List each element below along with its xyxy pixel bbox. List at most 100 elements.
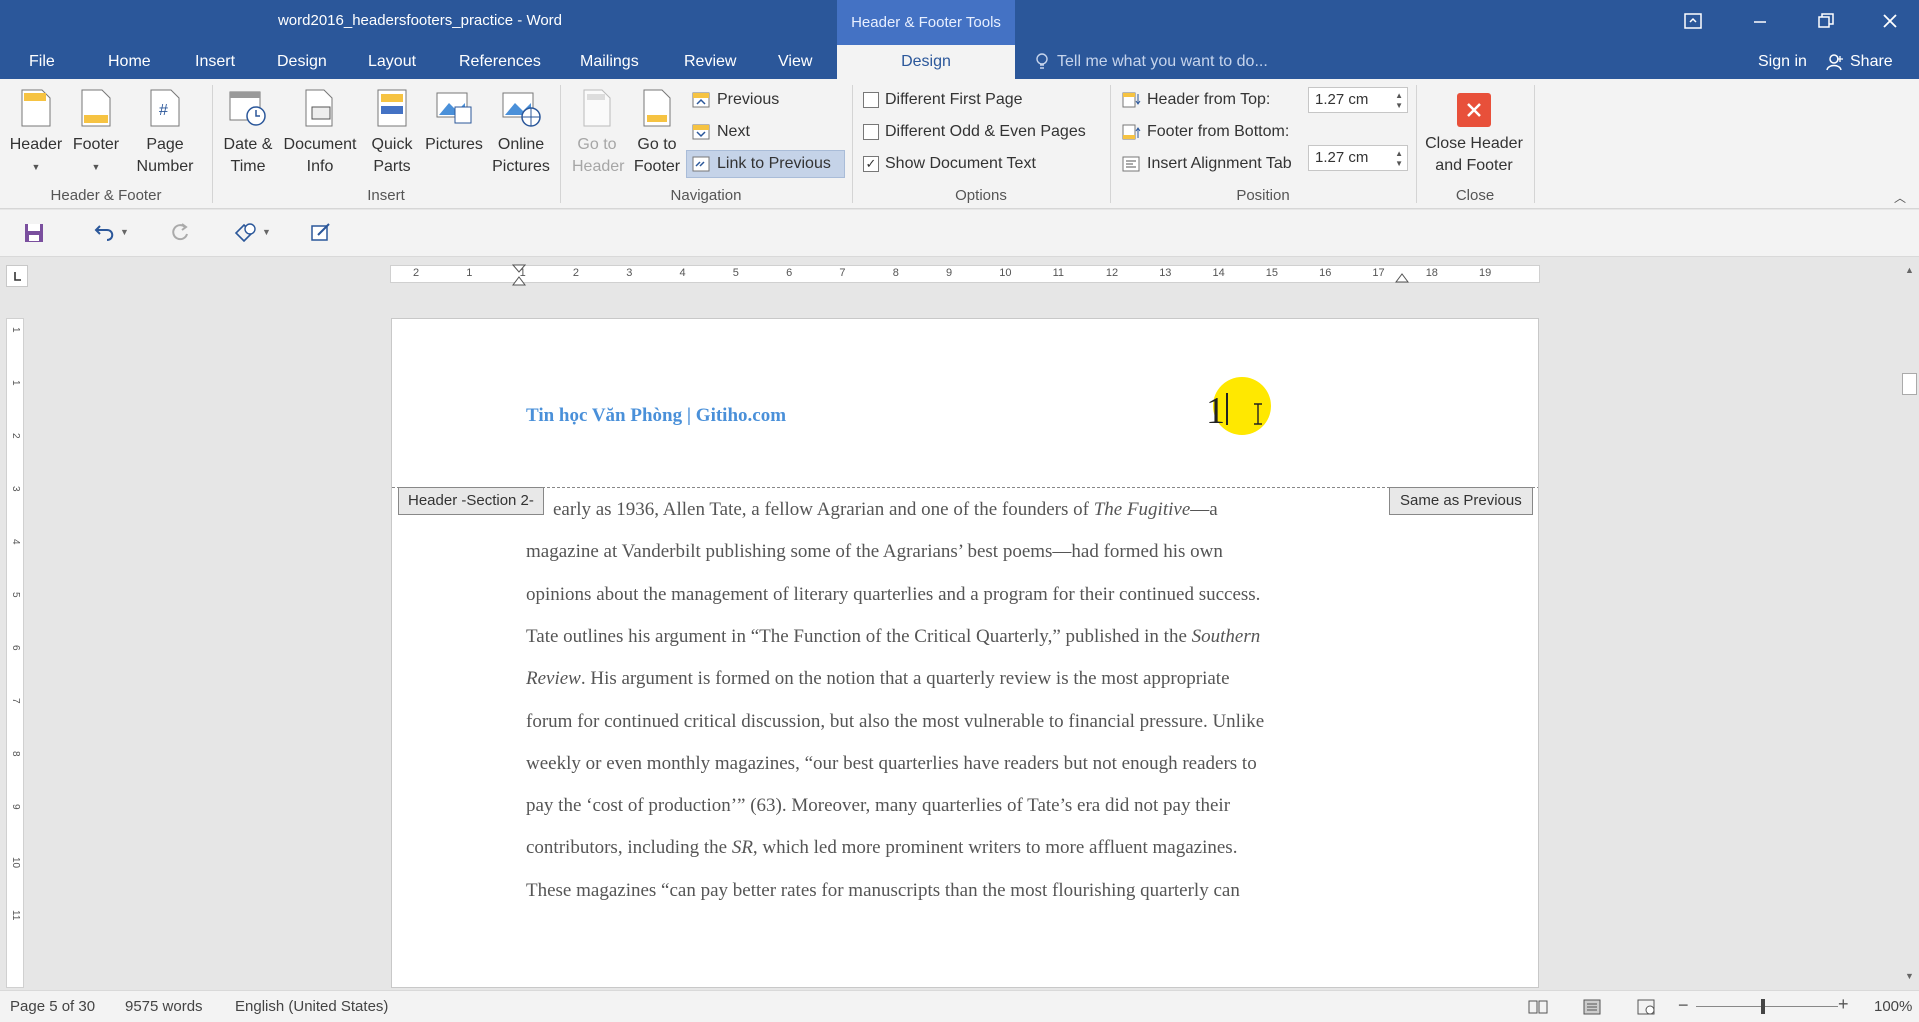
- redo-button[interactable]: [170, 222, 190, 247]
- footer-button[interactable]: Footer ▼: [68, 89, 124, 178]
- word-count[interactable]: 9575 words: [125, 998, 203, 1015]
- header-from-top-spinner[interactable]: 1.27 cm ▲ ▼: [1308, 87, 1408, 113]
- tab-references[interactable]: References: [457, 45, 543, 79]
- tab-file[interactable]: File: [27, 45, 57, 79]
- read-mode-icon[interactable]: [1528, 999, 1548, 1015]
- tab-layout[interactable]: Layout: [366, 45, 418, 79]
- print-layout-icon[interactable]: [1582, 999, 1602, 1015]
- ribbon-display-options-button[interactable]: [1660, 0, 1726, 42]
- tab-header-footer-design[interactable]: Design: [837, 45, 1015, 80]
- tab-selector[interactable]: [6, 265, 28, 287]
- document-info-button[interactable]: Document Info: [278, 89, 362, 178]
- link-to-previous-button[interactable]: Link to Previous: [686, 150, 845, 178]
- tab-insert[interactable]: Insert: [193, 45, 237, 79]
- page-number-label: Page Number: [136, 136, 194, 175]
- scrollbar-thumb[interactable]: [1902, 373, 1917, 395]
- text-run: —a: [1190, 499, 1218, 520]
- date-time-button[interactable]: Date & Time: [218, 89, 278, 178]
- horizontal-ruler[interactable]: 2 1 1 2 3 4 5 6 7 8 9 10 11 12 13 14 15 16 17 18 19: [390, 264, 1540, 286]
- different-odd-even-checkbox[interactable]: Different Odd & Even Pages: [863, 119, 1086, 145]
- ruler-number: 2: [572, 267, 580, 279]
- different-first-page-checkbox[interactable]: Different First Page: [863, 87, 1023, 113]
- collapse-ribbon-icon[interactable]: ︿: [1894, 189, 1906, 206]
- link-icon: [692, 156, 710, 172]
- previous-label: Previous: [717, 91, 780, 108]
- header-area[interactable]: Tin học Văn Phòng | Gitiho.com 1: [392, 319, 1538, 457]
- header-button[interactable]: Header ▼: [6, 89, 66, 178]
- text-run: early as 1936, Allen Tate, a fellow Agra…: [553, 499, 1094, 520]
- vertical-ruler[interactable]: 1 1 2 3 4 5 6 7 8 9 10 11: [6, 318, 24, 988]
- quick-parts-button[interactable]: Quick Parts: [362, 89, 422, 178]
- quick-parts-label: Quick Parts: [371, 136, 413, 175]
- right-indent-marker-icon[interactable]: [1395, 269, 1409, 283]
- calendar-clock-icon: [229, 91, 266, 126]
- save-button[interactable]: [24, 223, 44, 248]
- group-label-options: Options: [955, 187, 1007, 204]
- sign-in-link[interactable]: Sign in: [1756, 45, 1809, 79]
- ruler-number: 10: [10, 857, 21, 869]
- tab-review[interactable]: Review: [682, 45, 738, 79]
- group-label-insert: Insert: [367, 187, 405, 204]
- tab-mailings[interactable]: Mailings: [578, 45, 641, 79]
- document-info-icon: [305, 89, 333, 127]
- zoom-out-icon[interactable]: −: [1678, 995, 1689, 1016]
- footer-from-bottom-spinner[interactable]: 1.27 cm ▲ ▼: [1308, 145, 1408, 171]
- minimize-icon: [1754, 21, 1766, 23]
- show-document-text-checkbox[interactable]: ✓ Show Document Text: [863, 151, 1036, 177]
- share-button[interactable]: Share: [1826, 45, 1893, 79]
- web-layout-icon[interactable]: [1636, 999, 1656, 1015]
- zoom-level[interactable]: 100%: [1874, 998, 1912, 1015]
- language-indicator[interactable]: English (United States): [235, 998, 388, 1015]
- tab-design[interactable]: Design: [275, 45, 329, 79]
- zoom-slider[interactable]: [1696, 1006, 1838, 1007]
- spin-down-icon[interactable]: ▼: [1395, 101, 1403, 110]
- body-line: early as 1936, Allen Tate, a fellow Agra…: [553, 499, 1218, 521]
- minimize-button[interactable]: [1727, 0, 1793, 42]
- dropdown-arrow-icon[interactable]: ▼: [262, 227, 271, 237]
- dropdown-arrow-icon[interactable]: ▼: [120, 227, 129, 237]
- ruler-number: 11: [10, 910, 21, 921]
- document-page[interactable]: Tin học Văn Phòng | Gitiho.com 1 Header …: [391, 318, 1539, 988]
- pictures-button[interactable]: Pictures: [422, 89, 486, 156]
- dropdown-arrow-icon: ▼: [31, 162, 41, 172]
- left-tab-icon: [14, 272, 21, 281]
- tab-home[interactable]: Home: [106, 45, 153, 79]
- go-to-footer-button[interactable]: Go to Footer: [630, 89, 684, 178]
- close-window-button[interactable]: [1857, 0, 1919, 42]
- previous-button[interactable]: Previous: [691, 87, 779, 113]
- indent-marker-icon[interactable]: [512, 264, 526, 286]
- vertical-scrollbar[interactable]: ▲ ▼: [1900, 265, 1919, 989]
- next-section-icon: [692, 124, 710, 140]
- group-label-navigation: Navigation: [670, 187, 742, 204]
- go-to-header-button[interactable]: Go to Header: [565, 89, 629, 178]
- ruler-number: 16: [1319, 267, 1332, 279]
- text-run: pay the ‘cost of production’” (63). More…: [526, 795, 1231, 817]
- spin-up-icon[interactable]: ▲: [1395, 91, 1403, 100]
- ruler-number: 17: [1372, 267, 1385, 279]
- zoom-in-icon[interactable]: +: [1838, 994, 1849, 1015]
- shapes-button[interactable]: ▼: [234, 222, 271, 242]
- next-button[interactable]: Next: [691, 119, 750, 145]
- tab-view[interactable]: View: [776, 45, 814, 79]
- group-separator: [212, 85, 213, 203]
- insert-alignment-tab-button[interactable]: Insert Alignment Tab: [1121, 151, 1292, 177]
- undo-button[interactable]: ▼: [94, 222, 129, 242]
- restore-button[interactable]: [1793, 0, 1859, 42]
- online-pictures-button[interactable]: Online Pictures: [486, 89, 556, 178]
- scroll-up-icon[interactable]: ▲: [1902, 265, 1917, 283]
- header-text: Tin học Văn Phòng | Gitiho.com: [526, 405, 787, 426]
- spin-down-icon[interactable]: ▼: [1395, 159, 1403, 168]
- page-number-button[interactable]: # Page Number: [126, 89, 204, 178]
- close-header-footer-button[interactable]: Close Header and Footer: [1418, 93, 1530, 177]
- page-indicator[interactable]: Page 5 of 30: [10, 998, 95, 1015]
- spin-up-icon[interactable]: ▲: [1395, 149, 1403, 158]
- ruler-number: 1: [466, 267, 473, 279]
- zoom-slider-thumb[interactable]: [1761, 999, 1765, 1014]
- pictures-label: Pictures: [425, 136, 483, 153]
- group-separator: [1110, 85, 1111, 203]
- tell-me-box[interactable]: Tell me what you want to do...: [1035, 45, 1268, 79]
- edit-button[interactable]: [310, 222, 332, 247]
- scroll-down-icon[interactable]: ▼: [1902, 971, 1917, 989]
- ruler-number: 13: [1159, 267, 1172, 279]
- ruler-number: 19: [1479, 267, 1492, 279]
